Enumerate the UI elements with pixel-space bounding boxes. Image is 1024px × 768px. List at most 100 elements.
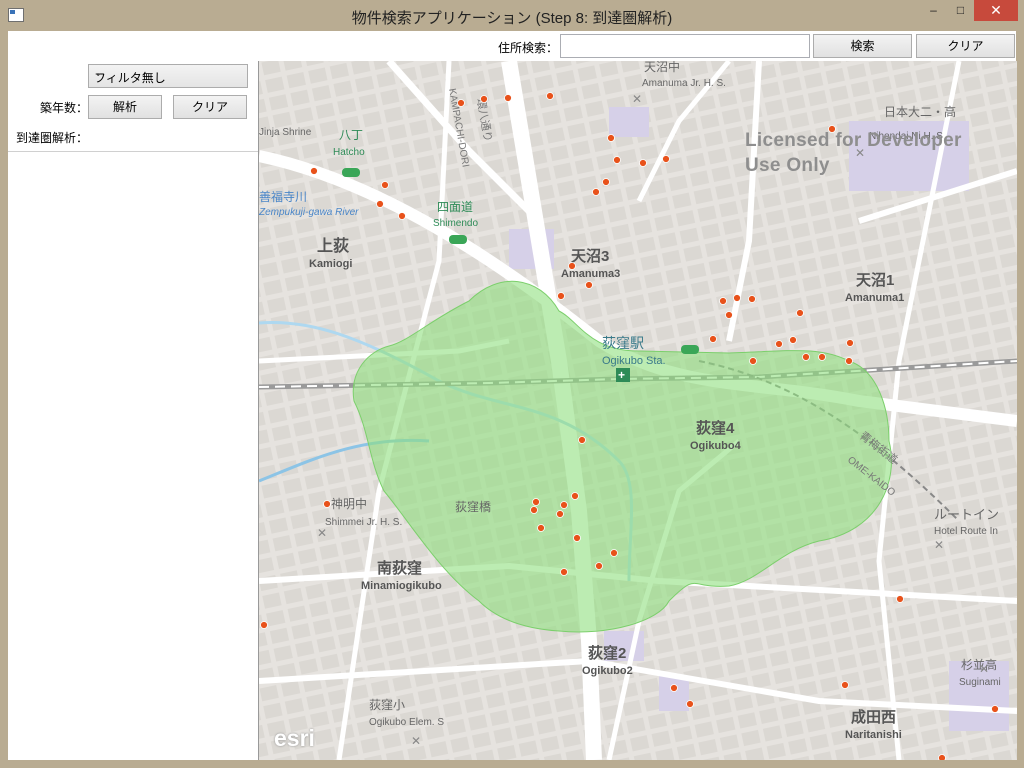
map-label: 四面道 [437, 200, 473, 214]
property-marker [613, 156, 621, 164]
client-area: 住所検索： 検索 クリア 築年数： フィルタ無し ⌄ 到達圏解析： 解析 クリア [8, 31, 1017, 760]
map-label: Hotel Route In [934, 526, 998, 537]
map-label: Ogikubo Elem. S [369, 717, 444, 728]
map-label: 神明中 [331, 496, 367, 511]
maximize-button[interactable]: □ [947, 0, 974, 21]
license-watermark-line2: Use Only [745, 155, 830, 176]
map-label: Ogikubo4 [690, 440, 742, 452]
chevron-down-icon: ⌄ [94, 68, 103, 79]
property-marker [556, 510, 564, 518]
reach-clear-button[interactable]: クリア [173, 95, 247, 119]
map-label: Naritanishi [845, 729, 902, 741]
property-marker [796, 309, 804, 317]
map-label: ルートイン [934, 507, 999, 522]
property-marker [639, 159, 647, 167]
address-search-input[interactable] [560, 34, 810, 58]
address-search-label: 住所検索： [498, 41, 559, 55]
map-label: Amanuma Jr. H. S. [642, 78, 726, 89]
property-marker [323, 500, 331, 508]
school-icon: ✕ [411, 734, 421, 748]
property-marker [480, 95, 488, 103]
map-label: Kamiogi [309, 258, 352, 270]
property-marker [709, 335, 717, 343]
property-marker [457, 99, 465, 107]
property-marker [546, 92, 554, 100]
property-marker [532, 498, 540, 506]
map-label: Zempukuji-gawa River [259, 207, 359, 218]
building-age-label: 築年数： [40, 101, 89, 115]
map-label: 荻窪4 [696, 419, 735, 437]
property-marker [585, 281, 593, 289]
station-icon: + [618, 368, 625, 382]
property-marker [537, 524, 545, 532]
property-marker [376, 200, 384, 208]
esri-logo: esri [274, 725, 315, 751]
property-marker [568, 262, 576, 270]
map-label: Amanuma3 [561, 268, 620, 280]
map-label: Shimmei Jr. H. S. [325, 517, 402, 528]
license-watermark: Licensed for Developer Use Only [745, 128, 962, 178]
map-label: 成田西 [851, 708, 896, 726]
search-bar: 住所検索： 検索 クリア [8, 31, 1016, 61]
search-clear-button[interactable]: クリア [916, 34, 1015, 58]
map-label: 天沼中 [644, 61, 680, 74]
property-marker [260, 621, 268, 629]
map-label: Hatcho [333, 147, 365, 158]
map-label: Minamiogikubo [361, 580, 442, 592]
school-icon: ✕ [317, 526, 327, 540]
building-age-select[interactable]: フィルタ無し ⌄ [88, 64, 248, 88]
property-marker [602, 178, 610, 186]
property-marker [846, 339, 854, 347]
map-label: 上荻 [317, 236, 349, 255]
map-label: 荻窪2 [588, 644, 626, 662]
map-label: Suginami [959, 677, 1001, 688]
property-marker [557, 292, 565, 300]
map-label: 日本大二・高 [884, 104, 956, 119]
property-marker [938, 754, 946, 760]
school-icon: ✕ [632, 92, 642, 106]
property-marker [802, 353, 810, 361]
map-view[interactable]: 天沼中 Amanuma Jr. H. S. 日本大二・高 Nihondai Ni… [258, 61, 1017, 760]
side-panel: 築年数： フィルタ無し ⌄ 到達圏解析： 解析 クリア [8, 61, 258, 760]
property-marker [571, 492, 579, 500]
property-marker [310, 167, 318, 175]
station-icon [681, 345, 699, 354]
property-marker [775, 340, 783, 348]
window-title: 物件検索アプリケーション (Step 8: 到達圏解析) [351, 10, 673, 27]
title-bar: 物件検索アプリケーション (Step 8: 到達圏解析) – □ ✕ [0, 0, 1024, 31]
close-button[interactable]: ✕ [974, 0, 1018, 21]
property-marker [573, 534, 581, 542]
minimize-button[interactable]: – [920, 0, 947, 21]
analyze-button[interactable]: 解析 [88, 95, 162, 119]
property-marker [504, 94, 512, 102]
property-marker [670, 684, 678, 692]
reach-analysis-label: 到達圏解析： [16, 131, 89, 145]
property-marker [662, 155, 670, 163]
map-label: 荻窪駅 [602, 335, 644, 351]
property-marker [610, 549, 618, 557]
property-marker [845, 357, 853, 365]
map-label: 善福寺川 [259, 189, 307, 204]
property-marker [578, 436, 586, 444]
property-marker [719, 297, 727, 305]
school-icon: ✕ [934, 538, 944, 552]
search-button[interactable]: 検索 [813, 34, 912, 58]
property-marker [725, 311, 733, 319]
property-marker [560, 568, 568, 576]
property-marker [733, 294, 741, 302]
property-marker [560, 501, 568, 509]
side-divider [8, 151, 258, 152]
property-marker [896, 595, 904, 603]
map-label: Shimendo [433, 218, 478, 229]
property-marker [381, 181, 389, 189]
map-label: 荻窪小 [369, 697, 405, 712]
property-marker [595, 562, 603, 570]
license-watermark-line1: Licensed for Developer [745, 130, 962, 151]
property-marker [749, 357, 757, 365]
map-label: Ogikubo Sta. [602, 355, 666, 367]
map-label: 南荻窪 [377, 559, 422, 577]
map-label: 八丁 [339, 128, 363, 142]
map-label: Amanuma1 [845, 292, 904, 304]
station-icon [342, 168, 360, 177]
property-marker [991, 705, 999, 713]
